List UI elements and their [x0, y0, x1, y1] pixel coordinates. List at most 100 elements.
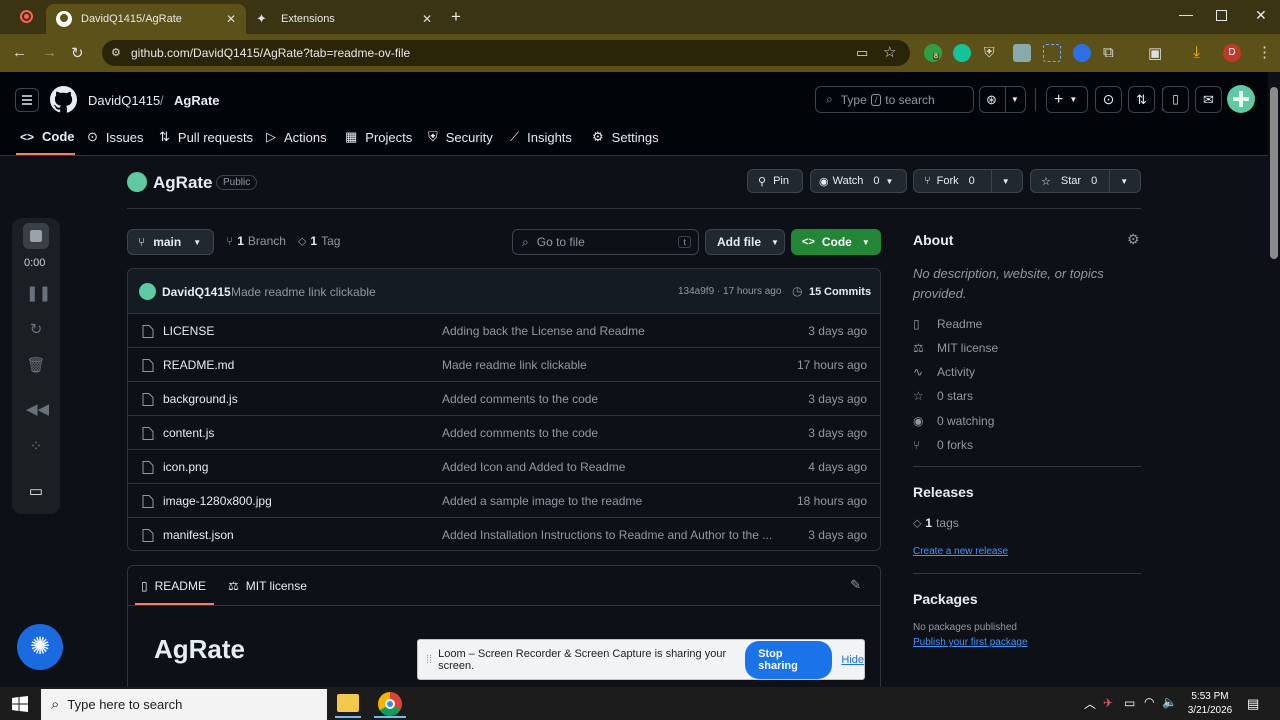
file-commit-message[interactable]: Added a sample image to the readme [442, 494, 642, 508]
tab-insights[interactable]: ⟋ Insights [510, 129, 572, 145]
copilot-button[interactable]: ⊛ ▼ [979, 86, 1026, 113]
loom-bubble-icon[interactable]: ✺ [17, 624, 63, 670]
watch-button[interactable]: ◉ Watch 0 ▼ [810, 169, 907, 193]
gear-extension-icon[interactable] [1073, 44, 1091, 62]
add-file-button[interactable]: Add file ▼ [705, 229, 785, 255]
windows-start-icon[interactable] [12, 696, 28, 712]
file-commit-message[interactable]: Added Installation Instructions to Readm… [442, 528, 772, 542]
tags-sidebar-link[interactable]: ⬦ 1 tags [913, 516, 959, 531]
wifi-icon[interactable]: ◠ [1144, 695, 1154, 709]
commit-message[interactable]: Made readme link clickable [231, 285, 376, 299]
commits-count[interactable]: 15 [809, 286, 821, 298]
branches-link[interactable]: ⑂ 1 Branch [226, 234, 286, 248]
side-panel-icon[interactable]: ▣ [1148, 44, 1166, 62]
file-name[interactable]: background.js [163, 392, 238, 406]
stop-recording-button[interactable] [23, 223, 49, 249]
reload-button[interactable]: ↻ [71, 44, 84, 62]
battery-icon[interactable]: ▭ [1124, 696, 1135, 710]
hamburger-menu-button[interactable] [15, 88, 39, 112]
breadcrumb-owner[interactable]: DavidQ1415 [88, 93, 160, 108]
rewind-icon[interactable]: ◀◀ [26, 400, 49, 420]
chrome-icon[interactable] [378, 692, 402, 716]
activity-link[interactable]: ∿ Activity [913, 365, 975, 379]
issues-icon[interactable]: ⊙ [1095, 86, 1122, 113]
github-logo-icon[interactable] [50, 86, 77, 113]
omnibox[interactable]: ⚙ github.com/DavidQ1415/AgRate?tab=readm… [102, 40, 910, 66]
file-commit-message[interactable]: Adding back the License and Readme [442, 324, 645, 338]
pause-icon[interactable]: ❚❚ [26, 284, 51, 304]
close-tab-icon[interactable]: ✕ [422, 12, 432, 26]
tab-readme[interactable]: ▯ README [141, 579, 206, 593]
watching-link[interactable]: ◉ 0 watching [913, 414, 994, 428]
file-commit-message[interactable]: Added comments to the code [442, 426, 598, 440]
pen-extension-icon[interactable] [1013, 44, 1031, 62]
create-new-button[interactable]: + ▼ [1046, 86, 1088, 113]
record-indicator-icon[interactable] [20, 10, 33, 23]
maximize-button[interactable] [1216, 10, 1227, 21]
tab-extensions[interactable]: ✦ Extensions ✕ [246, 4, 442, 34]
stars-link[interactable]: ☆ 0 stars [913, 389, 973, 403]
camera-icon[interactable]: ▭ [26, 482, 46, 502]
tab-agrate[interactable]: DavidQ1415/AgRate ✕ [46, 4, 246, 34]
back-button[interactable]: ← [12, 44, 27, 61]
file-name[interactable]: LICENSE [163, 324, 214, 338]
file-commit-message[interactable]: Added comments to the code [442, 392, 598, 406]
close-tab-icon[interactable]: ✕ [226, 12, 236, 26]
extension-green-icon[interactable]: 8 [924, 44, 942, 62]
stop-sharing-button[interactable]: Stop sharing [745, 640, 833, 679]
edit-pencil-icon[interactable]: ✎ [850, 577, 861, 593]
download-icon[interactable]: ⤓ [1193, 44, 1211, 62]
user-avatar[interactable] [1227, 85, 1255, 113]
shield-extension-icon[interactable]: ⛨ [984, 44, 1002, 62]
fork-button[interactable]: ⑂ Fork 0 ▼ [913, 169, 1023, 193]
repositories-icon[interactable]: ▯ [1162, 86, 1189, 113]
file-commit-message[interactable]: Made readme link clickable [442, 358, 587, 372]
grammarly-icon[interactable] [953, 44, 971, 62]
tab-code[interactable]: <> Code [20, 129, 75, 144]
tab-issues[interactable]: ⊙ Issues [87, 129, 143, 145]
tags-link[interactable]: ⬦ 1 Tag [298, 234, 340, 249]
file-explorer-icon[interactable] [337, 694, 359, 712]
forward-button[interactable]: → [42, 44, 57, 61]
file-name[interactable]: README.md [163, 358, 234, 372]
gear-icon[interactable]: ⚙ [1127, 231, 1140, 248]
minimize-button[interactable]: — [1179, 6, 1193, 22]
browser-menu-icon[interactable]: ⋮ [1257, 43, 1272, 61]
drawing-icon[interactable]: ⁘ [26, 437, 46, 457]
file-name[interactable]: content.js [163, 426, 214, 440]
forks-link[interactable]: ⑂ 0 forks [913, 438, 973, 452]
tab-license[interactable]: ⚖ MIT license [228, 579, 307, 593]
profile-avatar[interactable]: D [1223, 44, 1241, 62]
branch-selector[interactable]: ⑂ main ▼ [127, 229, 214, 255]
commit-author[interactable]: DavidQ1415 [162, 285, 231, 299]
notifications-icon[interactable]: ▤ [1247, 696, 1259, 712]
global-search-input[interactable]: ⌕ Type / to search [815, 86, 974, 113]
inbox-icon[interactable]: ✉ [1195, 86, 1222, 113]
repo-title[interactable]: AgRate [153, 173, 213, 193]
tab-pull-requests[interactable]: ⇅ Pull requests [159, 129, 253, 145]
tray-app-icon[interactable]: ✈ [1103, 696, 1113, 710]
bookmark-star-icon[interactable]: ☆ [883, 43, 896, 61]
tab-actions[interactable]: ▷ Actions [266, 129, 327, 145]
install-app-icon[interactable]: ▭ [856, 45, 868, 61]
drag-handle-icon[interactable]: ⁞⁞ [426, 654, 432, 666]
tab-projects[interactable]: ▦ Projects [345, 129, 412, 145]
screenshot-extension-icon[interactable] [1043, 44, 1061, 62]
volume-icon[interactable]: 🔈 [1162, 695, 1177, 709]
page-scrollbar[interactable] [1268, 72, 1280, 687]
taskbar-clock[interactable]: 5:53 PM 3/21/2026 [1185, 690, 1235, 718]
file-name[interactable]: image-1280x800.jpg [163, 494, 272, 508]
pull-requests-icon[interactable]: ⇅ [1128, 86, 1155, 113]
restart-icon[interactable]: ↻ [26, 320, 46, 340]
site-info-icon[interactable]: ⚙ [111, 46, 121, 59]
license-link[interactable]: ⚖ MIT license [913, 341, 998, 355]
tray-chevron-up-icon[interactable]: ︿ [1084, 695, 1096, 712]
commits-label[interactable]: Commits [824, 286, 871, 298]
tab-settings[interactable]: ⚙ Settings [592, 129, 659, 145]
file-commit-message[interactable]: Added Icon and Added to Readme [442, 460, 625, 474]
close-window-button[interactable]: ✕ [1255, 7, 1267, 24]
publish-package-link[interactable]: Publish your first package [913, 637, 1028, 648]
trash-icon[interactable]: 🗑 [26, 356, 46, 376]
scrollbar-thumb[interactable] [1270, 87, 1278, 259]
file-name[interactable]: icon.png [163, 460, 208, 474]
